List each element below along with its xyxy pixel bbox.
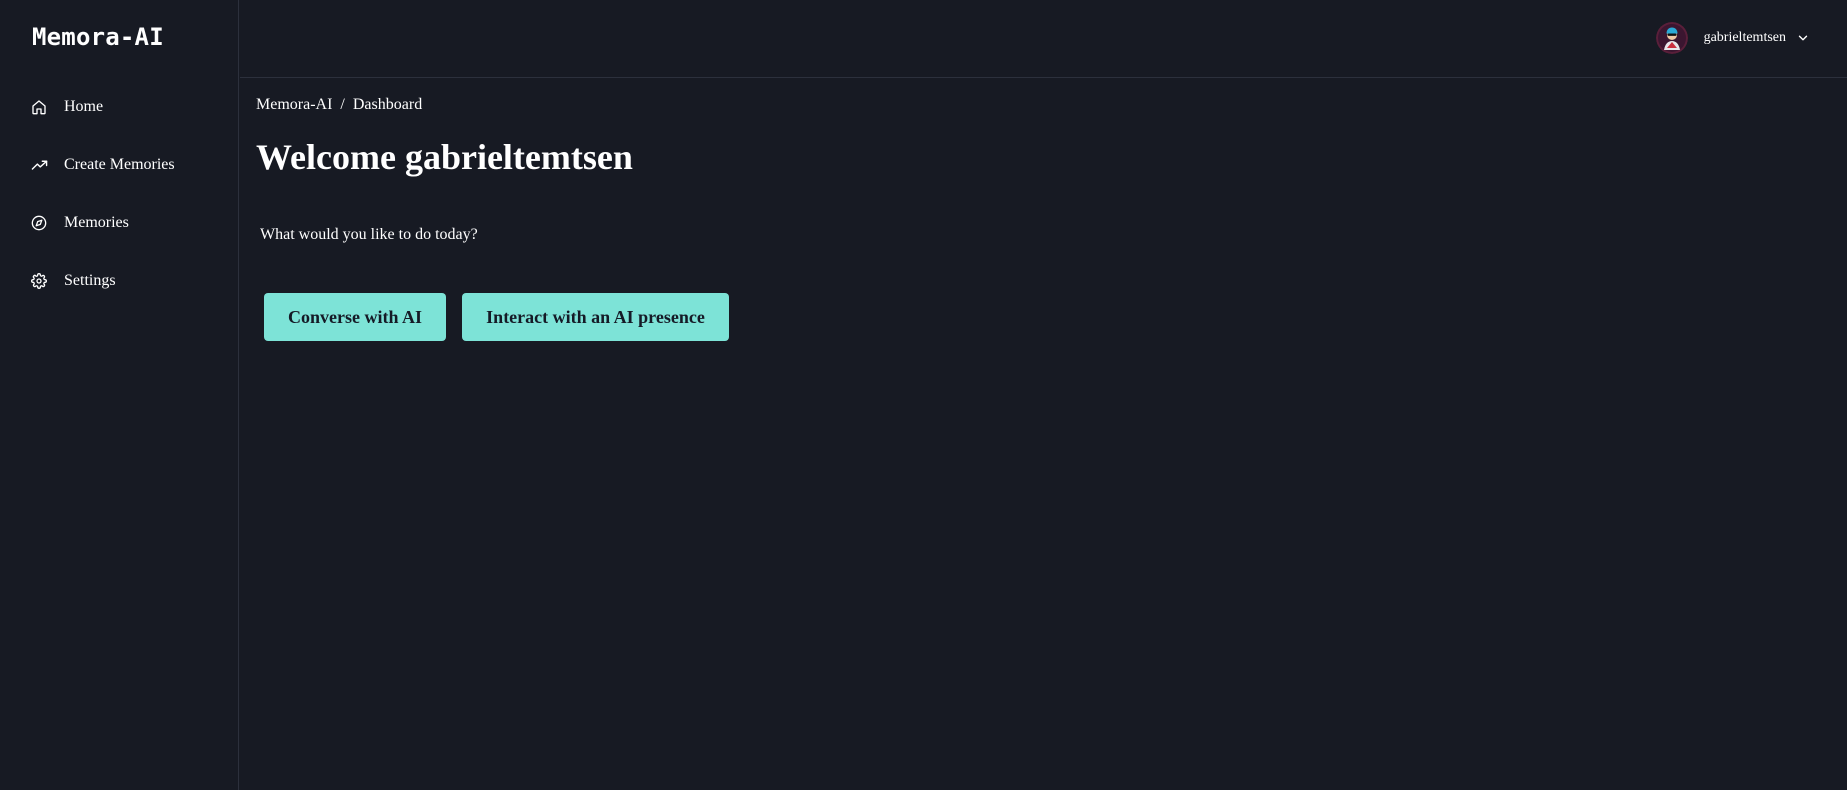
converse-with-ai-button[interactable]: Converse with AI — [264, 293, 446, 341]
sidebar-item-create-memories[interactable]: Create Memories — [30, 150, 230, 180]
breadcrumb-current: Dashboard — [352, 96, 423, 113]
home-icon — [30, 98, 48, 116]
sidebar: Memora-AI Home Create Memories Memories … — [0, 0, 239, 790]
app-logo[interactable]: Memora-AI — [32, 23, 164, 51]
page-title: Welcome gabrieltemtsen — [256, 137, 633, 177]
prompt-text: What would you like to do today? — [260, 226, 478, 243]
breadcrumb-root[interactable]: Memora-AI — [256, 96, 332, 114]
app-root: Memora-AI Home Create Memories Memories … — [0, 0, 1847, 790]
breadcrumb-separator: / — [340, 96, 345, 113]
user-menu[interactable]: gabrieltemtsen — [1655, 20, 1810, 56]
sidebar-item-settings[interactable]: Settings — [30, 266, 230, 296]
username[interactable]: gabrieltemtsen — [1704, 30, 1786, 46]
chevron-down-icon[interactable] — [1796, 31, 1810, 45]
compass-icon — [30, 214, 48, 232]
breadcrumb: Memora-AI / Dashboard — [256, 96, 422, 114]
top-bar: gabrieltemtsen — [240, 0, 1847, 78]
sidebar-item-label: Settings — [64, 272, 116, 289]
trending-up-icon — [30, 156, 48, 174]
interact-with-ai-presence-button[interactable]: Interact with an AI presence — [462, 293, 729, 341]
sidebar-item-label: Home — [64, 98, 104, 115]
gear-icon — [30, 272, 48, 290]
sidebar-item-label: Memories — [64, 214, 129, 231]
sidebar-item-home[interactable]: Home — [30, 92, 230, 122]
sidebar-item-label: Create Memories — [64, 156, 175, 173]
sidebar-item-memories[interactable]: Memories — [30, 208, 230, 238]
avatar[interactable] — [1655, 22, 1688, 54]
